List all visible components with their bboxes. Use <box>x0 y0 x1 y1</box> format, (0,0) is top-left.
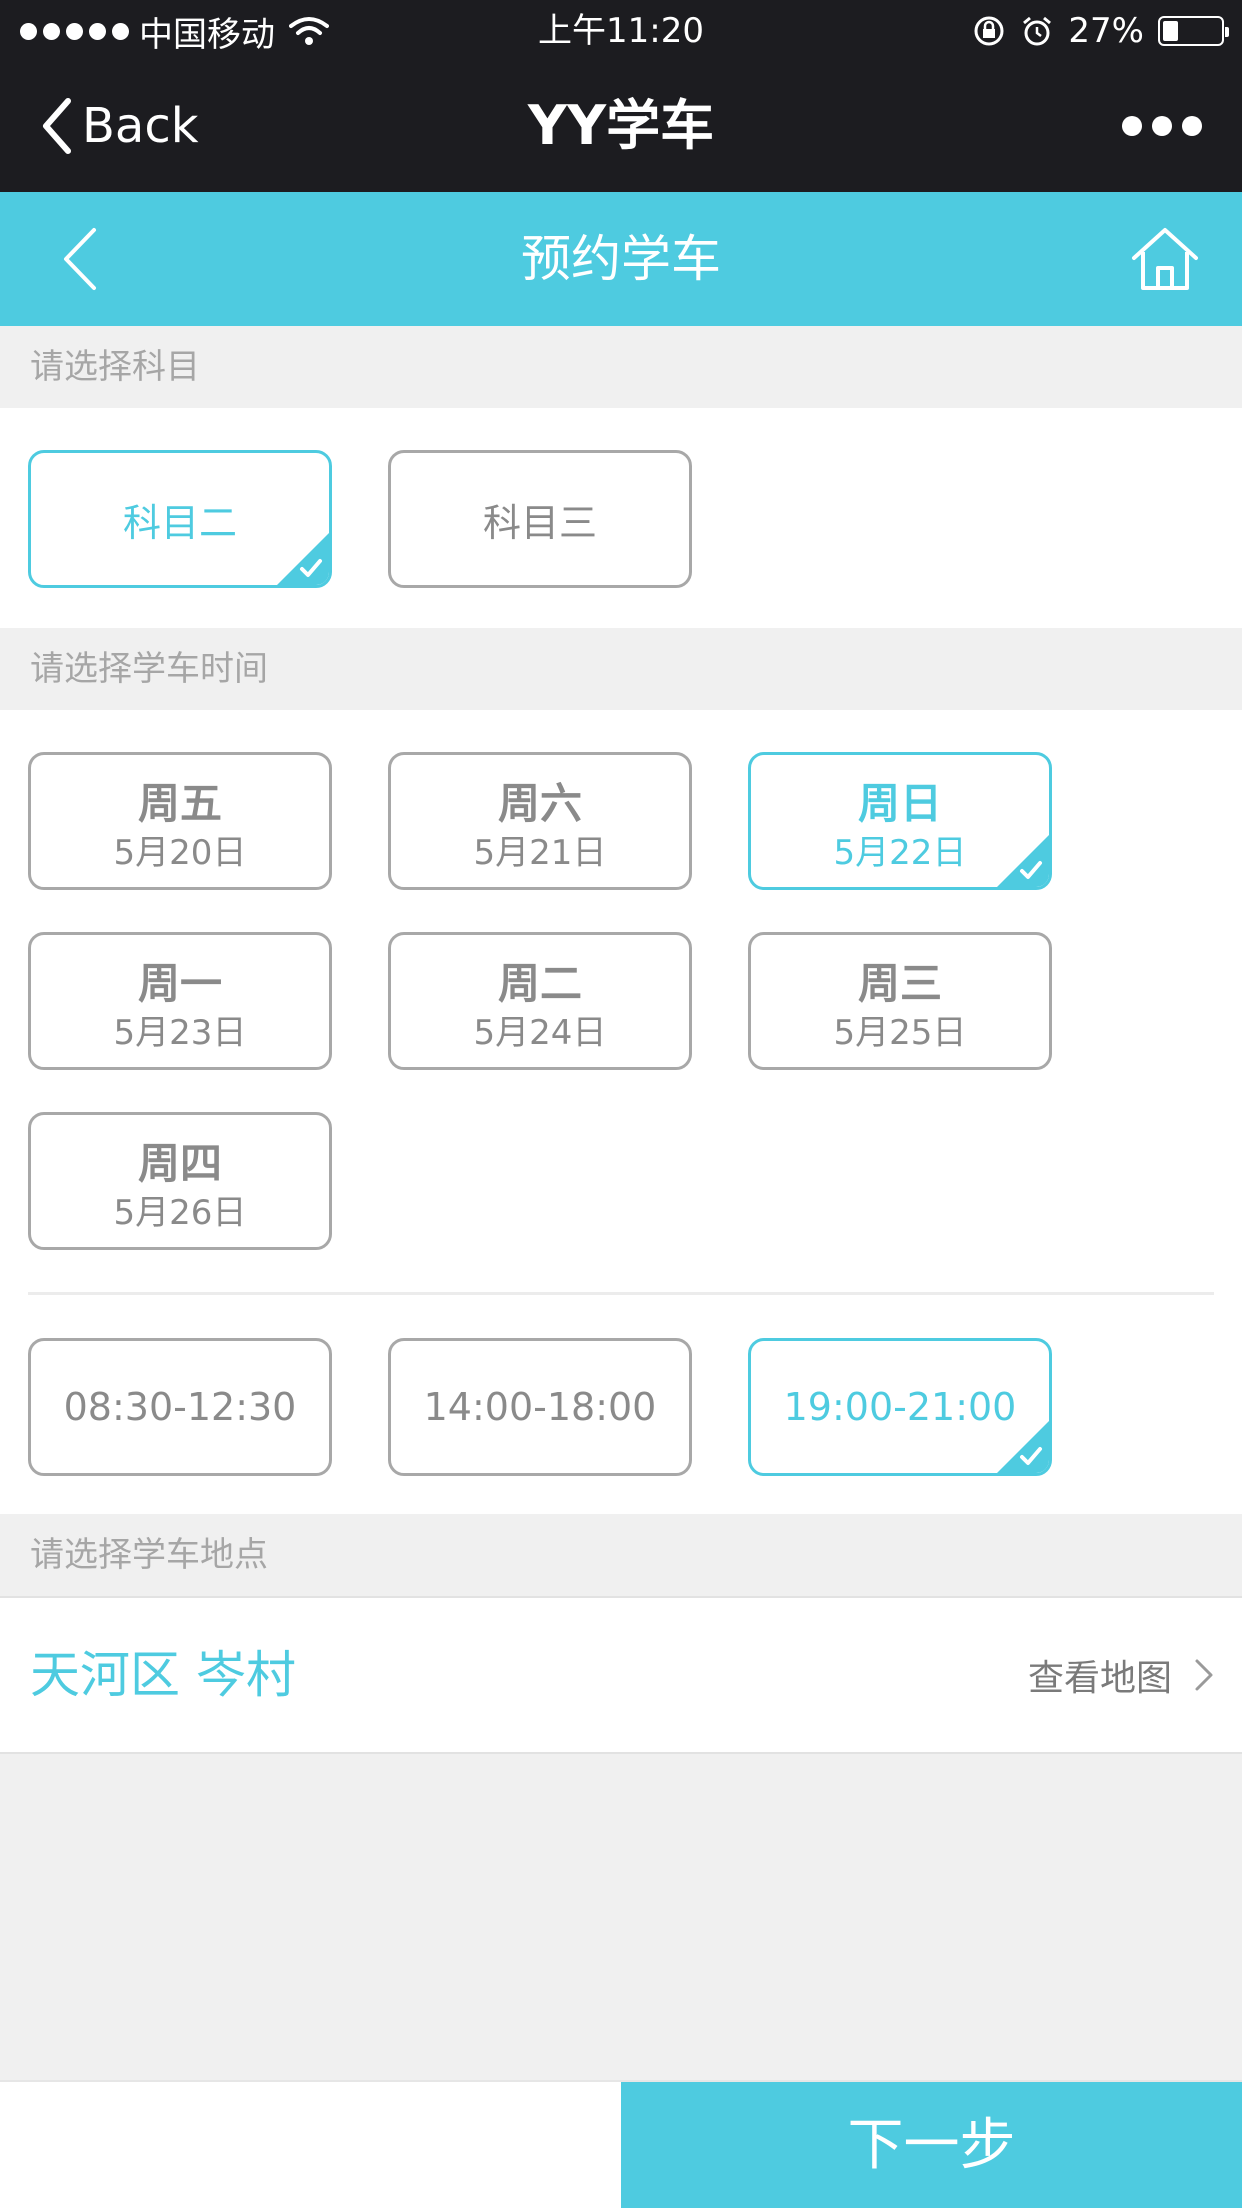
day-option[interactable]: 周日 5月22日 <box>748 752 1052 890</box>
time-panel: 周五 5月20日 周六 5月21日 周日 5月22日 周一 5月23日 周二 5… <box>0 710 1242 1514</box>
day-option[interactable]: 周六 5月21日 <box>388 752 692 890</box>
location-section-label: 请选择学车地点 <box>0 1514 1242 1596</box>
check-icon <box>997 1421 1049 1473</box>
header-back-button[interactable] <box>52 222 122 296</box>
day-name: 周日 <box>857 779 942 828</box>
page-header: 预约学车 <box>0 192 1242 326</box>
page-title: 预约学车 <box>521 230 721 288</box>
time-slot-option[interactable]: 19:00-21:00 <box>748 1338 1052 1476</box>
day-date: 5月26日 <box>113 1193 247 1233</box>
day-date: 5月21日 <box>473 833 607 873</box>
battery-icon <box>1158 16 1229 46</box>
day-option[interactable]: 周二 5月24日 <box>388 932 692 1070</box>
subject-option[interactable]: 科目三 <box>388 450 692 588</box>
time-section-label: 请选择学车时间 <box>0 628 1242 710</box>
day-name: 周六 <box>497 779 582 828</box>
section-divider <box>28 1292 1214 1295</box>
view-map-link[interactable]: 查看地图 <box>1028 1598 1214 1752</box>
next-step-button[interactable]: 下一步 <box>621 2082 1242 2208</box>
check-icon <box>277 533 329 585</box>
day-date: 5月25日 <box>833 1013 967 1053</box>
rotation-lock-icon <box>974 16 1004 46</box>
day-option[interactable]: 周四 5月26日 <box>28 1112 332 1250</box>
view-map-label: 查看地图 <box>1027 1658 1172 1699</box>
more-button[interactable] <box>1122 110 1202 142</box>
battery-percent: 27% <box>1068 11 1144 51</box>
day-name: 周二 <box>497 959 582 1008</box>
subject-section-label: 请选择科目 <box>0 326 1242 408</box>
time-slot-option[interactable]: 14:00-18:00 <box>388 1338 692 1476</box>
day-name: 周四 <box>137 1139 222 1188</box>
time-slot-label: 08:30-12:30 <box>63 1385 297 1429</box>
status-bar: 中国移动 上午11:20 27% <box>0 0 1242 62</box>
page: 中国移动 上午11:20 27% Back YY学车 预约学车 请选择科目 科目… <box>0 0 1242 2208</box>
chevron-right-icon <box>1195 1659 1213 1691</box>
time-slot-option[interactable]: 08:30-12:30 <box>28 1338 332 1476</box>
day-date: 5月20日 <box>113 833 247 873</box>
location-row[interactable]: 天河区 岑村 查看地图 <box>0 1596 1242 1754</box>
day-option[interactable]: 周一 5月23日 <box>28 932 332 1070</box>
bottom-bar: 下一步 <box>0 2080 1242 2208</box>
status-right: 27% <box>972 10 1229 52</box>
check-icon <box>997 835 1049 887</box>
time-slot-label: 14:00-18:00 <box>423 1385 657 1429</box>
day-option[interactable]: 周五 5月20日 <box>28 752 332 890</box>
day-name: 周五 <box>137 779 222 828</box>
subject-option-label: 科目三 <box>482 500 597 545</box>
back-label: Back <box>82 98 199 154</box>
alarm-icon <box>1023 16 1052 46</box>
day-date: 5月23日 <box>113 1013 247 1053</box>
chevron-left-icon <box>43 98 71 154</box>
nav-bar: Back YY学车 <box>0 62 1242 192</box>
back-button[interactable]: Back <box>40 94 199 158</box>
subject-option[interactable]: 科目二 <box>28 450 332 588</box>
home-icon[interactable] <box>1128 222 1202 296</box>
day-name: 周一 <box>137 959 222 1008</box>
location-name: 天河区 岑村 <box>30 1646 296 1704</box>
day-name: 周三 <box>857 959 942 1008</box>
day-option[interactable]: 周三 5月25日 <box>748 932 1052 1070</box>
day-date: 5月24日 <box>473 1013 607 1053</box>
subject-panel: 科目二 科目三 <box>0 408 1242 628</box>
